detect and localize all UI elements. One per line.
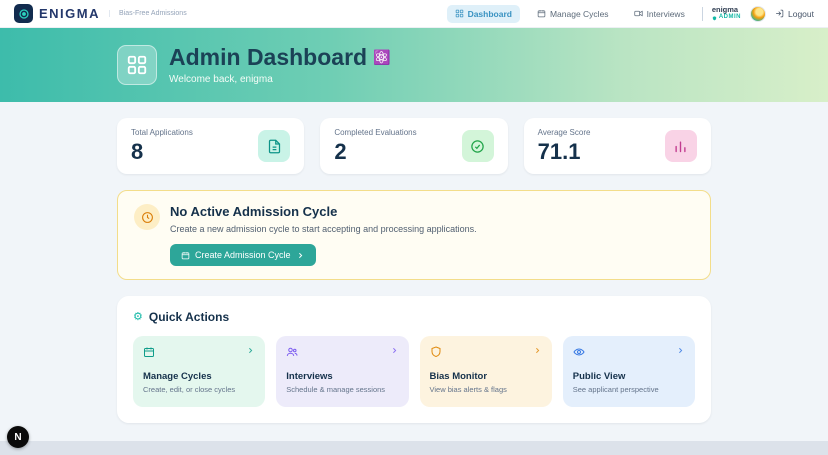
- chevron-right-icon: [249, 348, 253, 354]
- quick-actions-title: Quick Actions: [148, 310, 230, 325]
- stat-card-average-score: Average Score 71.1: [523, 118, 711, 175]
- clock-icon: [134, 204, 160, 231]
- shield-icon: [431, 346, 440, 358]
- navbar: ENIGMA Bias-Free Admissions Dashboard Ma…: [0, 0, 828, 28]
- dashboard-grid-icon: [455, 9, 463, 18]
- nextjs-dev-badge[interactable]: N: [7, 426, 29, 448]
- check-circle-icon: [461, 130, 494, 163]
- user-name: enigma: [711, 5, 739, 15]
- quick-action-public-view[interactable]: Public View See applicant perspective: [562, 336, 695, 408]
- hero-content: Admin Dashboard ⚛️ Welcome back, enigma: [117, 45, 711, 85]
- card-top: [286, 346, 398, 358]
- nav-divider: [701, 6, 703, 21]
- stat-card-completed-evaluations: Completed Evaluations 2: [320, 118, 508, 175]
- calendar-icon: [144, 347, 154, 358]
- welcome-message: Welcome back, enigma: [169, 73, 273, 85]
- stat-text: Total Applications 8: [131, 128, 193, 164]
- gear-icon: ⚙: [133, 310, 143, 323]
- stat-value: 8: [131, 139, 144, 164]
- video-icon: [633, 10, 643, 17]
- card-top: [573, 346, 685, 358]
- no-active-cycle-alert: No Active Admission Cycle Create a new a…: [117, 190, 711, 281]
- nav-item-label: Interviews: [646, 8, 685, 19]
- nav-item-interviews[interactable]: Interviews: [626, 5, 693, 23]
- alert-title: No Active Admission Cycle: [170, 204, 338, 220]
- card-title: Manage Cycles: [143, 371, 212, 383]
- stat-text: Completed Evaluations 2: [334, 128, 416, 164]
- stat-label: Completed Evaluations: [334, 128, 417, 137]
- card-description: See applicant perspective: [572, 385, 659, 395]
- stat-label: Total Applications: [131, 128, 193, 137]
- card-title: Public View: [572, 371, 626, 383]
- grid-icon: [127, 55, 147, 75]
- card-top: [430, 346, 542, 358]
- card-description: Create, edit, or close cycles: [143, 385, 236, 395]
- target-icon: [18, 8, 29, 19]
- nav-item-label: Dashboard: [467, 8, 512, 19]
- user-role-badge: ADMIN: [712, 14, 741, 22]
- card-description: View bias alerts & flags: [429, 385, 507, 395]
- brand-group: ENIGMA Bias-Free Admissions: [14, 4, 187, 23]
- logout-icon: [776, 9, 784, 18]
- chevron-right-icon: [679, 348, 683, 354]
- stat-text: Average Score 71.1: [538, 128, 591, 164]
- document-icon: [258, 130, 291, 163]
- avatar[interactable]: [750, 5, 766, 22]
- chevron-right-icon: [298, 252, 302, 258]
- page-title: Admin Dashboard ⚛️: [169, 44, 391, 71]
- quick-action-bias-monitor[interactable]: Bias Monitor View bias alerts & flags: [419, 336, 552, 408]
- stats-row: Total Applications 8 Completed Evaluatio…: [117, 118, 711, 175]
- stat-value: 71.1: [537, 139, 581, 164]
- bar-chart-icon: [664, 130, 697, 163]
- title-emoji: ⚛️: [373, 49, 391, 66]
- quick-action-manage-cycles[interactable]: Manage Cycles Create, edit, or close cyc…: [133, 336, 266, 408]
- alert-body: No Active Admission Cycle Create a new a…: [170, 204, 477, 267]
- calendar-icon: [537, 10, 546, 18]
- card-title: Interviews: [286, 371, 333, 383]
- hero-banner: Admin Dashboard ⚛️ Welcome back, enigma: [0, 28, 828, 102]
- user-role-label: ADMIN: [718, 14, 741, 21]
- nav-item-dashboard[interactable]: Dashboard: [446, 4, 520, 23]
- page-title-text: Admin Dashboard: [169, 44, 368, 71]
- nav-item-manage-cycles[interactable]: Manage Cycles: [529, 5, 617, 23]
- nav-item-label: Manage Cycles: [549, 8, 609, 19]
- calendar-icon: [181, 251, 190, 260]
- hero-text: Admin Dashboard ⚛️ Welcome back, enigma: [169, 44, 391, 85]
- quick-actions-panel: ⚙ Quick Actions Manage Cycles Create, ed…: [117, 296, 711, 424]
- dashboard-hero-icon: [117, 45, 157, 85]
- users-icon: [287, 348, 298, 357]
- stat-value: 2: [334, 139, 347, 164]
- shield-icon: [712, 16, 716, 21]
- quick-action-interviews[interactable]: Interviews Schedule & manage sessions: [276, 336, 409, 408]
- quick-actions-grid: Manage Cycles Create, edit, or close cyc…: [133, 336, 695, 408]
- brand-name: ENIGMA: [39, 6, 100, 21]
- user-info: enigma ADMIN: [712, 5, 741, 22]
- chevron-right-icon: [392, 348, 396, 354]
- card-description: Schedule & manage sessions: [286, 385, 386, 395]
- quick-actions-header: ⚙ Quick Actions: [133, 310, 695, 324]
- logout-button[interactable]: Logout: [775, 9, 814, 19]
- card-title: Bias Monitor: [429, 371, 488, 383]
- create-admission-cycle-button[interactable]: Create Admission Cycle: [170, 244, 316, 267]
- brand-tagline: Bias-Free Admissions: [109, 10, 187, 17]
- nav-menu: Dashboard Manage Cycles Interviews enigm…: [446, 4, 814, 23]
- logout-label: Logout: [788, 8, 814, 19]
- main-content: Total Applications 8 Completed Evaluatio…: [117, 118, 711, 424]
- card-top: [143, 346, 255, 358]
- button-label: Create Admission Cycle: [195, 250, 291, 261]
- enigma-logo[interactable]: [14, 4, 33, 23]
- page: ENIGMA Bias-Free Admissions Dashboard Ma…: [0, 0, 828, 442]
- chevron-right-icon: [535, 348, 540, 354]
- alert-description: Create a new admission cycle to start ac…: [170, 224, 477, 235]
- eye-icon: [573, 348, 585, 356]
- stat-label: Average Score: [537, 128, 591, 137]
- stat-card-total-applications: Total Applications 8: [117, 118, 305, 175]
